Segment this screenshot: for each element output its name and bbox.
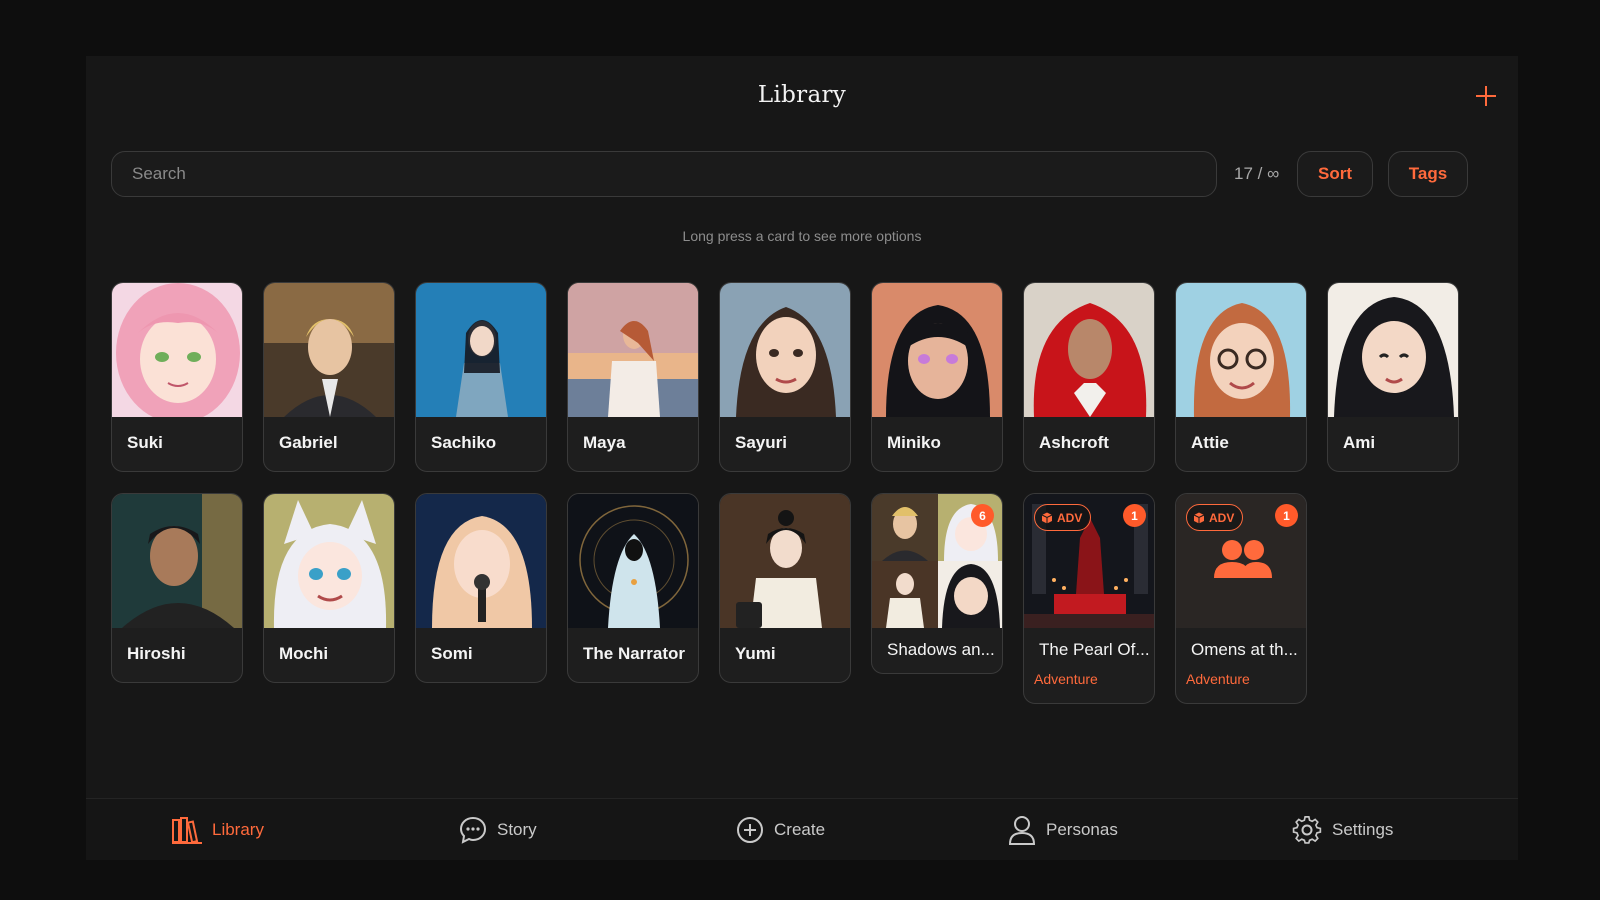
add-button[interactable] bbox=[1472, 82, 1500, 110]
card-name: Ami bbox=[1343, 433, 1376, 452]
gear-icon bbox=[1292, 816, 1322, 844]
character-card-hiroshi[interactable]: Hiroshi bbox=[111, 493, 243, 683]
group-card-the-pearl[interactable]: ADV 1 The Pearl Of... Adventure bbox=[1023, 493, 1155, 704]
card-name: Suki bbox=[127, 433, 163, 452]
hint-text: Long press a card to see more options bbox=[682, 228, 922, 244]
nav-label: Settings bbox=[1332, 820, 1394, 839]
card-name: Mochi bbox=[279, 644, 329, 663]
nav-library[interactable]: Library bbox=[172, 799, 264, 861]
character-card-gabriel[interactable]: Gabriel bbox=[263, 282, 395, 472]
character-card-somi[interactable]: Somi bbox=[415, 493, 547, 683]
nav-label: Story bbox=[497, 820, 537, 839]
nav-create[interactable]: Create bbox=[736, 799, 825, 861]
sort-button[interactable]: Sort bbox=[1297, 151, 1373, 197]
plus-circle-icon bbox=[737, 817, 763, 843]
nav-label: Create bbox=[774, 820, 826, 839]
card-genre: Adventure bbox=[1034, 671, 1098, 687]
avatar bbox=[1176, 283, 1306, 417]
avatar bbox=[720, 283, 850, 417]
card-name: The Pearl Of... bbox=[1039, 640, 1150, 659]
group-card-shadows[interactable]: 6 Shadows an... bbox=[871, 493, 1003, 674]
avatar bbox=[264, 494, 394, 628]
page-title: Library bbox=[757, 82, 847, 108]
count-badge: 6 bbox=[971, 504, 994, 527]
nav-label: Library bbox=[212, 820, 264, 839]
tags-button[interactable]: Tags bbox=[1388, 151, 1468, 197]
card-name: Shadows an... bbox=[887, 640, 995, 659]
card-name: Ashcroft bbox=[1039, 433, 1109, 452]
card-genre: Adventure bbox=[1186, 671, 1250, 687]
nav-settings[interactable]: Settings bbox=[1292, 799, 1393, 861]
card-name: Miniko bbox=[887, 433, 941, 452]
avatar bbox=[416, 283, 546, 417]
avatar bbox=[872, 283, 1002, 417]
card-name: Attie bbox=[1191, 433, 1229, 452]
character-card-maya[interactable]: Maya bbox=[567, 282, 699, 472]
card-name: Maya bbox=[583, 433, 626, 452]
character-card-ashcroft[interactable]: Ashcroft bbox=[1023, 282, 1155, 472]
character-card-sachiko[interactable]: Sachiko bbox=[415, 282, 547, 472]
avatar bbox=[568, 494, 698, 628]
card-name: Somi bbox=[431, 644, 473, 663]
adv-label: ADV bbox=[1057, 510, 1083, 525]
character-count: 17 / ∞ bbox=[1234, 164, 1280, 183]
avatar bbox=[112, 494, 242, 628]
character-card-suki[interactable]: Suki bbox=[111, 282, 243, 472]
avatar bbox=[568, 283, 698, 417]
app-window: Library 17 / ∞ Sort Tags Long press a ca… bbox=[86, 56, 1518, 860]
card-name: Sachiko bbox=[431, 433, 497, 452]
character-card-mochi[interactable]: Mochi bbox=[263, 493, 395, 683]
character-card-sayuri[interactable]: Sayuri bbox=[719, 282, 851, 472]
chat-icon bbox=[459, 816, 487, 844]
character-card-ami[interactable]: Ami bbox=[1327, 282, 1459, 472]
character-card-attie[interactable]: Attie bbox=[1175, 282, 1307, 472]
avatar bbox=[112, 283, 242, 417]
nav-label: Personas bbox=[1046, 820, 1118, 839]
card-name: The Narrator bbox=[583, 644, 686, 663]
adventure-tag: ADV bbox=[1186, 504, 1244, 531]
adventure-tag: ADV bbox=[1034, 504, 1092, 531]
card-name: Yumi bbox=[735, 644, 776, 663]
nav-story[interactable]: Story bbox=[459, 799, 537, 861]
person-icon bbox=[1008, 816, 1036, 845]
character-card-yumi[interactable]: Yumi bbox=[719, 493, 851, 683]
avatar bbox=[1328, 283, 1458, 417]
nav-personas[interactable]: Personas bbox=[1008, 799, 1118, 861]
card-name: Hiroshi bbox=[127, 644, 186, 663]
character-card-the-narrator[interactable]: The Narrator bbox=[567, 493, 699, 683]
card-name: Omens at th... bbox=[1191, 640, 1298, 659]
card-name: Sayuri bbox=[735, 433, 787, 452]
avatar bbox=[264, 283, 394, 417]
avatar bbox=[416, 494, 546, 628]
cube-icon bbox=[1041, 512, 1053, 523]
adv-label: ADV bbox=[1209, 510, 1235, 525]
count-badge: 1 bbox=[1123, 504, 1146, 527]
count-badge: 1 bbox=[1275, 504, 1298, 527]
card-name: Gabriel bbox=[279, 433, 338, 452]
cube-icon bbox=[1193, 512, 1205, 523]
search-input[interactable] bbox=[111, 151, 1217, 197]
character-card-miniko[interactable]: Miniko bbox=[871, 282, 1003, 472]
group-card-omens[interactable]: ADV 1 Omens at th... Adventure bbox=[1175, 493, 1307, 704]
library-icon bbox=[172, 817, 202, 844]
avatar bbox=[720, 494, 850, 628]
avatar bbox=[1024, 283, 1154, 417]
bottom-nav: Library Story Create Personas Settings bbox=[86, 798, 1518, 860]
